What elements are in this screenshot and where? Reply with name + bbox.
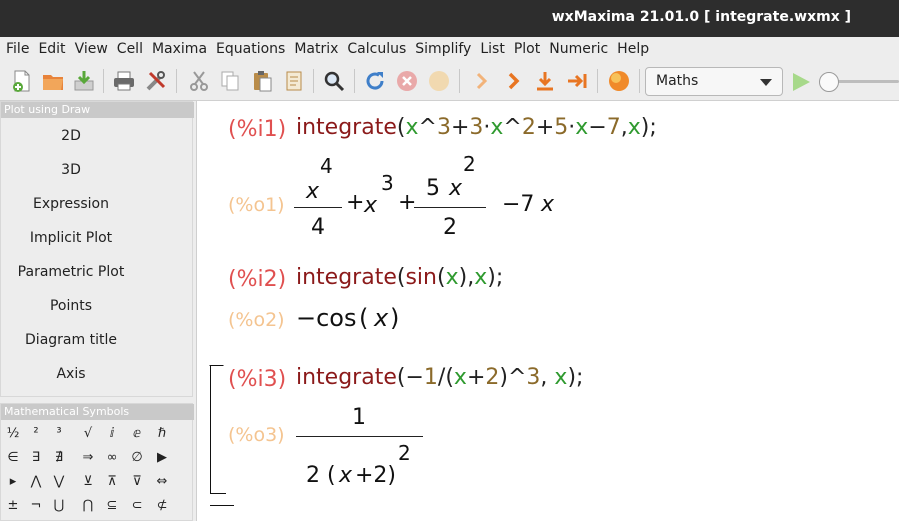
interrupt-icon[interactable]: [394, 68, 420, 94]
menu-bar: File Edit View Cell Maxima Equations Mat…: [0, 37, 899, 61]
menu-view[interactable]: View: [75, 41, 116, 57]
symbol-button[interactable]: ⅇ: [126, 423, 148, 445]
step-fast-icon[interactable]: [500, 68, 526, 94]
symbol-button[interactable]: ½: [2, 423, 24, 445]
symbol-button[interactable]: ▶: [151, 447, 173, 469]
mathematical-symbols-panel: Mathematical Symbols ½ ² ³ √ ⅈ ⅇ ℏ ∈ ∃ ∄…: [0, 403, 194, 521]
save-file-icon[interactable]: [71, 68, 97, 94]
symbol-button[interactable]: ⊆: [101, 495, 123, 517]
toolbar: Maths: [0, 61, 899, 101]
follow-icon[interactable]: [426, 68, 452, 94]
symbol-button[interactable]: ¬: [25, 495, 47, 517]
worksheet[interactable]: (%i1) integrate(x^3+3·x^2+5·x−7,x); (%o1…: [196, 101, 899, 521]
cell-bracket-bottom: [210, 493, 226, 494]
symbol-button[interactable]: ⇔: [151, 471, 173, 493]
symbol-button[interactable]: ⊂: [126, 495, 148, 517]
symbol-button[interactable]: ⊽: [126, 471, 148, 493]
menu-list[interactable]: List: [480, 41, 512, 57]
copy-icon[interactable]: [217, 68, 243, 94]
menu-calculus[interactable]: Calculus: [347, 41, 414, 57]
wxmaxima-window: wxMaxima 21.01.0 [ integrate.wxmx ] File…: [0, 0, 899, 521]
symbol-button[interactable]: ⋂: [77, 495, 99, 517]
symbol-button[interactable]: ⊻: [77, 471, 99, 493]
menu-simplify[interactable]: Simplify: [415, 41, 479, 57]
output-label-o1: (%o1): [228, 194, 285, 216]
symbols-panel-title: Mathematical Symbols: [1, 404, 194, 420]
window-title: wxMaxima 21.01.0 [ integrate.wxmx ]: [551, 9, 851, 25]
input-label-i2: (%i2): [228, 267, 287, 292]
plot-parametric-button[interactable]: Parametric Plot: [1, 257, 141, 287]
symbol-button[interactable]: ⋃: [48, 495, 70, 517]
plot-points-button[interactable]: Points: [1, 291, 141, 321]
evaluate-all-icon[interactable]: [606, 68, 632, 94]
input-cell-i3[interactable]: integrate(−1/(x+2)^3, x);: [296, 365, 583, 390]
cell-bracket-corner: [196, 365, 224, 379]
symbol-button[interactable]: ±: [2, 495, 24, 517]
menu-help[interactable]: Help: [617, 41, 657, 57]
menu-cell[interactable]: Cell: [117, 41, 151, 57]
input-label-i1: (%i1): [228, 117, 287, 142]
paste-icon[interactable]: [249, 68, 275, 94]
symbol-button[interactable]: ⊄: [151, 495, 173, 517]
new-file-icon[interactable]: [9, 68, 35, 94]
menu-maxima[interactable]: Maxima: [152, 41, 215, 57]
menu-file[interactable]: File: [6, 41, 37, 57]
menu-edit[interactable]: Edit: [38, 41, 73, 57]
select-all-icon[interactable]: [281, 68, 307, 94]
symbol-button[interactable]: √: [77, 423, 99, 445]
output-label-o3: (%o3): [228, 424, 285, 446]
menu-equations[interactable]: Equations: [216, 41, 293, 57]
preferences-icon[interactable]: [143, 68, 169, 94]
plot-3d-button[interactable]: 3D: [1, 155, 141, 185]
plot-diagram-title-button[interactable]: Diagram title: [1, 325, 141, 355]
plot-expression-button[interactable]: Expression: [1, 189, 141, 219]
symbol-button[interactable]: ⊼: [101, 471, 123, 493]
mode-select-value: Maths: [656, 73, 699, 89]
symbol-button[interactable]: ⇒: [77, 447, 99, 469]
menu-matrix[interactable]: Matrix: [294, 41, 346, 57]
plot-axis-button[interactable]: Axis: [1, 359, 141, 389]
sidebar: Plot using Draw 2D 3D Expression Implici…: [0, 101, 197, 521]
output-label-o2: (%o2): [228, 309, 285, 331]
symbol-button[interactable]: ℏ: [151, 423, 173, 445]
play-icon[interactable]: [789, 70, 813, 94]
plot-panel-title: Plot using Draw: [1, 102, 194, 118]
input-cell-i1[interactable]: integrate(x^3+3·x^2+5·x−7,x);: [296, 115, 657, 140]
step-forward-icon[interactable]: [468, 68, 494, 94]
symbol-button[interactable]: ⋁: [48, 471, 70, 493]
title-bar: wxMaxima 21.01.0 [ integrate.wxmx ]: [0, 0, 899, 37]
plot-2d-button[interactable]: 2D: [1, 121, 141, 151]
symbol-button[interactable]: ⋀: [25, 471, 47, 493]
plot-using-draw-panel: Plot using Draw 2D 3D Expression Implici…: [0, 101, 194, 397]
symbol-button[interactable]: ⅈ: [101, 423, 123, 445]
open-file-icon[interactable]: [40, 68, 66, 94]
symbol-button[interactable]: ▸: [2, 471, 24, 493]
step-to-end-icon[interactable]: [564, 68, 590, 94]
symbol-button[interactable]: ∅: [126, 447, 148, 469]
print-icon[interactable]: [111, 68, 137, 94]
animation-slider-track[interactable]: [830, 80, 899, 83]
mode-select[interactable]: Maths: [645, 67, 783, 96]
menu-plot[interactable]: Plot: [514, 41, 548, 57]
chevron-down-icon: [760, 79, 772, 86]
cell-separator: [210, 505, 234, 506]
symbol-button[interactable]: ∃: [25, 447, 47, 469]
step-down-icon[interactable]: [532, 68, 558, 94]
symbol-button[interactable]: ∈: [2, 447, 24, 469]
plot-implicit-button[interactable]: Implicit Plot: [1, 223, 141, 253]
cell-bracket[interactable]: [210, 365, 211, 493]
restart-icon[interactable]: [362, 68, 388, 94]
symbol-button[interactable]: ²: [25, 423, 47, 445]
find-icon[interactable]: [321, 68, 347, 94]
symbol-button[interactable]: ∄: [48, 447, 70, 469]
input-cell-i2[interactable]: integrate(sin(x),x);: [296, 265, 503, 290]
menu-numeric[interactable]: Numeric: [549, 41, 616, 57]
cut-icon[interactable]: [186, 68, 212, 94]
symbol-button[interactable]: ³: [48, 423, 70, 445]
symbol-button[interactable]: ∞: [101, 447, 123, 469]
input-label-i3: (%i3): [228, 367, 287, 392]
animation-slider-handle[interactable]: [819, 72, 839, 92]
